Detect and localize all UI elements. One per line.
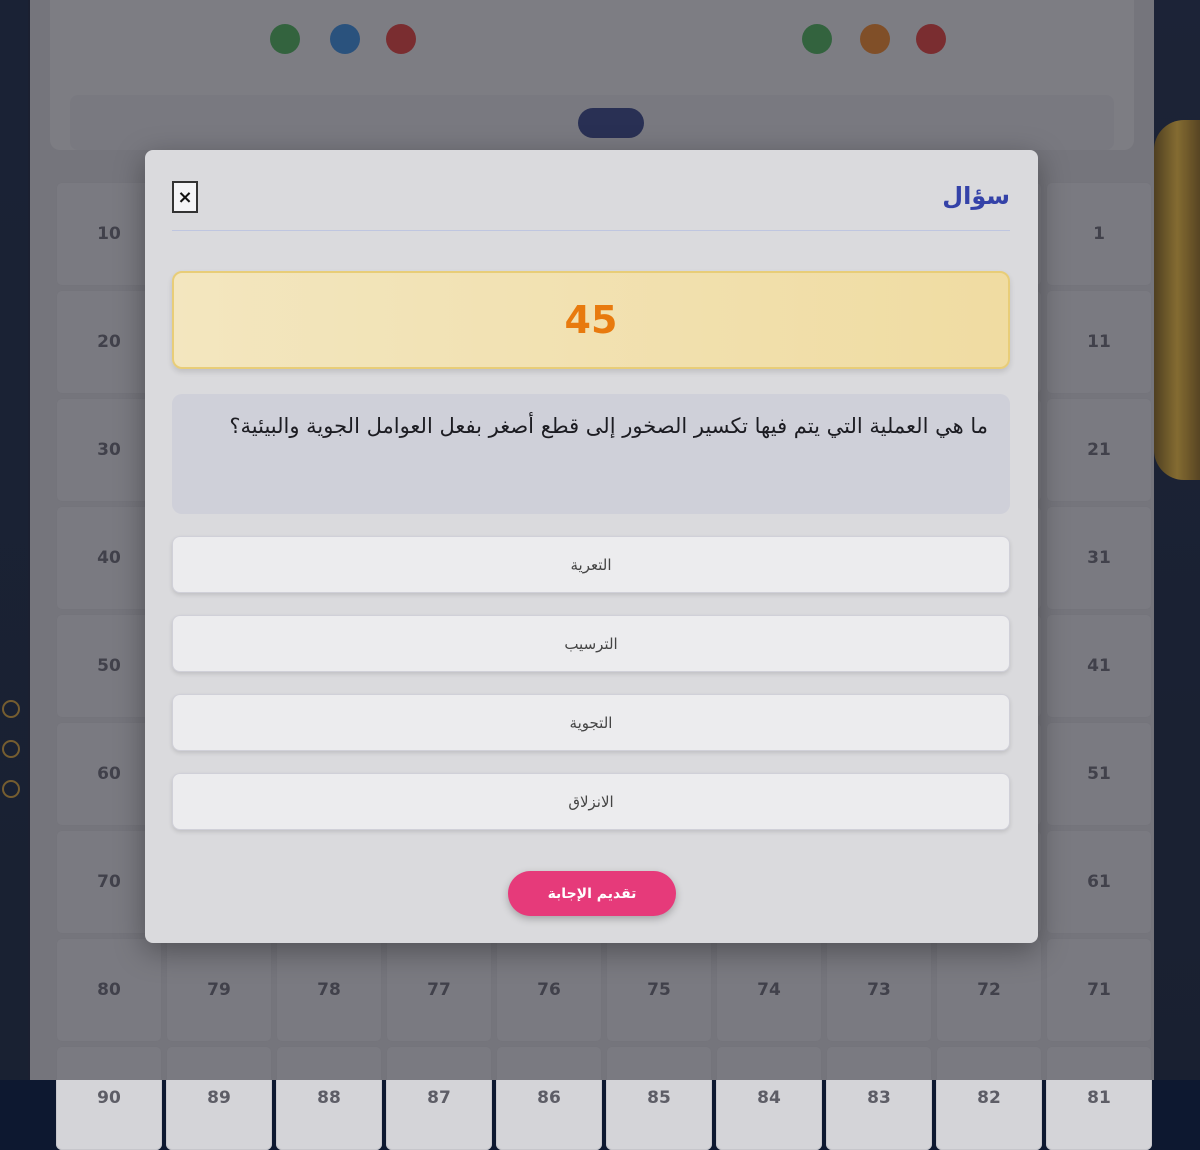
answer-option[interactable]: الترسيب (172, 615, 1010, 672)
countdown-timer: 45 (172, 271, 1010, 369)
answer-option[interactable]: التجوية (172, 694, 1010, 751)
close-button[interactable]: × (172, 181, 198, 213)
answer-options: التعرية الترسيب التجوية الانزلاق (172, 536, 1010, 852)
answer-option[interactable]: الانزلاق (172, 773, 1010, 830)
modal-title: سؤال (942, 182, 1010, 210)
submit-answer-button[interactable]: تقديم الإجابة (508, 871, 676, 916)
header-divider (172, 230, 1010, 231)
question-text: ما هي العملية التي يتم فيها تكسير الصخور… (172, 394, 1010, 514)
question-modal: × سؤال 45 ما هي العملية التي يتم فيها تك… (145, 150, 1038, 943)
answer-option[interactable]: التعرية (172, 536, 1010, 593)
